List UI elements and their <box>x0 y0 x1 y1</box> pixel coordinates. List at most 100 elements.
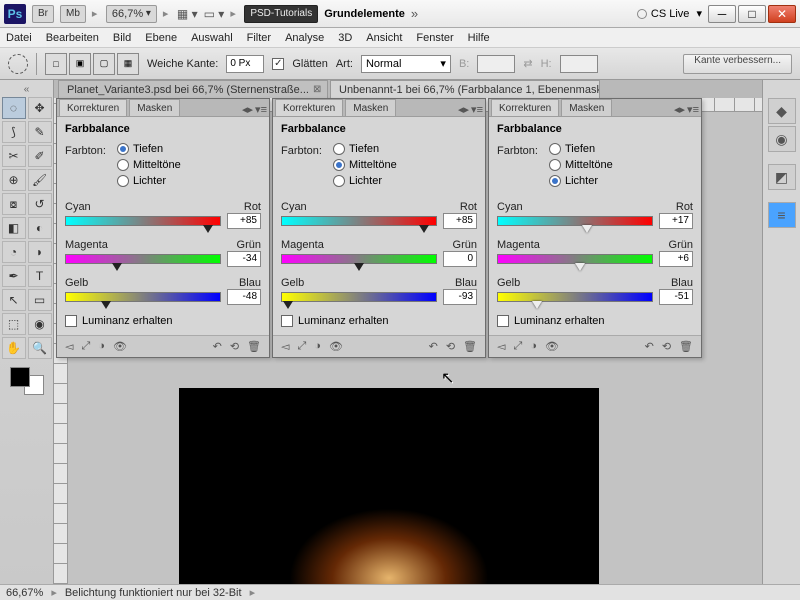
slider-mg[interactable] <box>281 254 437 264</box>
slider-yb[interactable] <box>281 292 437 302</box>
eye-icon[interactable]: 👁 <box>329 340 343 353</box>
slider-cr[interactable] <box>281 216 437 226</box>
menu-fenster[interactable]: Fenster <box>416 32 453 44</box>
path-tool[interactable]: ↖ <box>2 289 26 311</box>
luminanz-checkbox[interactable] <box>65 315 77 327</box>
prev-icon[interactable]: ↶ <box>645 340 654 353</box>
history-brush-tool[interactable]: ↺ <box>28 193 52 215</box>
menu-bearbeiten[interactable]: Bearbeiten <box>46 32 99 44</box>
panel-collapse-icon[interactable]: ◂▸ <box>458 103 469 116</box>
eyedropper-tool[interactable]: ✐ <box>28 145 52 167</box>
menu-datei[interactable]: Datei <box>6 32 32 44</box>
expand-icon[interactable]: » <box>411 6 418 21</box>
slider-cr[interactable] <box>65 216 221 226</box>
close-button[interactable]: ✕ <box>768 5 796 23</box>
trash-icon[interactable]: 🗑 <box>247 340 261 353</box>
menu-analyse[interactable]: Analyse <box>285 32 324 44</box>
antialias-checkbox[interactable]: ✓ <box>272 58 284 70</box>
expand-icon[interactable]: ⤢ <box>513 340 522 353</box>
selection-subtract-icon[interactable]: ▢ <box>93 53 115 75</box>
value-yb[interactable]: -51 <box>659 289 693 305</box>
stamp-tool[interactable]: ⧇ <box>2 193 26 215</box>
swatches-panel-icon[interactable]: ◉ <box>768 126 796 152</box>
marquee-tool[interactable]: ◌ <box>2 97 26 119</box>
expand-icon[interactable]: ⤢ <box>297 340 306 353</box>
tab-masken[interactable]: Masken <box>561 99 612 116</box>
menu-ansicht[interactable]: Ansicht <box>366 32 402 44</box>
workspace-label[interactable]: Grundelemente <box>324 8 405 20</box>
crop-tool[interactable]: ✂ <box>2 145 26 167</box>
selection-intersect-icon[interactable]: ▦ <box>117 53 139 75</box>
heal-tool[interactable]: ⊕ <box>2 169 26 191</box>
prev-icon[interactable]: ↶ <box>213 340 222 353</box>
back-icon[interactable]: ◅ <box>281 340 289 353</box>
tab-korrekturen[interactable]: Korrekturen <box>491 99 559 116</box>
luminanz-checkbox[interactable] <box>497 315 509 327</box>
panel-collapse-icon[interactable]: ◂▸ <box>242 103 253 116</box>
clip-icon[interactable]: ◑ <box>98 340 105 353</box>
brush-tool[interactable]: 🖌 <box>28 169 52 191</box>
panel-collapse-icon[interactable]: ◂▸ <box>674 103 685 116</box>
pen-tool[interactable]: ✒ <box>2 265 26 287</box>
clip-icon[interactable]: ◑ <box>530 340 537 353</box>
clip-icon[interactable]: ◑ <box>314 340 321 353</box>
eraser-tool[interactable]: ◧ <box>2 217 26 239</box>
value-cr[interactable]: +17 <box>659 213 693 229</box>
trash-icon[interactable]: 🗑 <box>463 340 477 353</box>
reset-icon[interactable]: ⟲ <box>662 340 671 353</box>
selection-add-icon[interactable]: ▣ <box>69 53 91 75</box>
minimize-button[interactable]: ─ <box>708 5 736 23</box>
color-panel-icon[interactable]: ◆ <box>768 98 796 124</box>
radio-tiefen[interactable] <box>333 143 345 155</box>
radio-lichter[interactable] <box>549 175 561 187</box>
luminanz-checkbox[interactable] <box>281 315 293 327</box>
screen-mode-icon[interactable]: ▭ ▾ <box>204 7 225 21</box>
hand-tool[interactable]: ✋ <box>2 337 26 359</box>
maximize-button[interactable]: □ <box>738 5 766 23</box>
slider-cr[interactable] <box>497 216 653 226</box>
zoom-dropdown[interactable]: 66,7% ▾ <box>106 5 157 23</box>
eye-icon[interactable]: 👁 <box>113 340 127 353</box>
radio-tiefen[interactable] <box>117 143 129 155</box>
gradient-tool[interactable]: ◐ <box>28 217 52 239</box>
expand-icon[interactable]: ⤢ <box>81 340 90 353</box>
menu-bild[interactable]: Bild <box>113 32 131 44</box>
slider-mg[interactable] <box>65 254 221 264</box>
value-cr[interactable]: +85 <box>443 213 477 229</box>
value-mg[interactable]: 0 <box>443 251 477 267</box>
minibridge-button[interactable]: Mb <box>60 5 86 23</box>
type-tool[interactable]: T <box>28 265 52 287</box>
trash-icon[interactable]: 🗑 <box>679 340 693 353</box>
menu-3d[interactable]: 3D <box>338 32 352 44</box>
value-mg[interactable]: -34 <box>227 251 261 267</box>
panel-menu-icon[interactable]: ▾≡ <box>255 103 267 116</box>
eye-icon[interactable]: 👁 <box>545 340 559 353</box>
quickselect-tool[interactable]: ✎ <box>28 121 52 143</box>
radio-mitteltone[interactable] <box>333 159 345 171</box>
zoom-tool[interactable]: 🔍 <box>28 337 52 359</box>
canvas-image[interactable] <box>179 388 599 584</box>
prev-icon[interactable]: ↶ <box>429 340 438 353</box>
back-icon[interactable]: ◅ <box>497 340 505 353</box>
move-tool[interactable]: ✥ <box>28 97 52 119</box>
layers-panel-icon[interactable]: ≡ <box>768 202 796 228</box>
menu-ebene[interactable]: Ebene <box>145 32 177 44</box>
slider-yb[interactable] <box>65 292 221 302</box>
3d-camera-tool[interactable]: ◉ <box>28 313 52 335</box>
slider-yb[interactable] <box>497 292 653 302</box>
tab-korrekturen[interactable]: Korrekturen <box>59 99 127 116</box>
3d-tool[interactable]: ⬚ <box>2 313 26 335</box>
slider-mg[interactable] <box>497 254 653 264</box>
tool-preset-icon[interactable] <box>8 54 28 74</box>
dodge-tool[interactable]: ◗ <box>28 241 52 263</box>
reset-icon[interactable]: ⟲ <box>446 340 455 353</box>
panel-menu-icon[interactable]: ▾≡ <box>471 103 483 116</box>
bridge-button[interactable]: Br <box>32 5 54 23</box>
radio-lichter[interactable] <box>333 175 345 187</box>
shape-tool[interactable]: ▭ <box>28 289 52 311</box>
menu-auswahl[interactable]: Auswahl <box>191 32 233 44</box>
refine-edge-button[interactable]: Kante verbessern... <box>683 54 792 74</box>
psd-tutorials-button[interactable]: PSD-Tutorials <box>244 5 318 23</box>
back-icon[interactable]: ◅ <box>65 340 73 353</box>
radio-lichter[interactable] <box>117 175 129 187</box>
